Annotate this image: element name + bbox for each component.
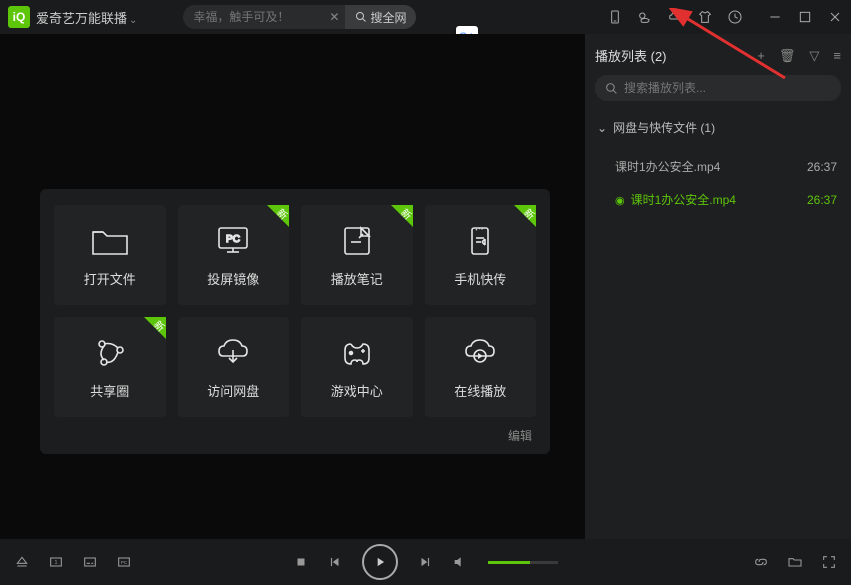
tile-1[interactable]: 新PC投屏镜像 [178,205,290,305]
link-icon[interactable] [753,554,769,570]
quick-actions-panel: 打开文件新PC投屏镜像新播放笔记新手机快传新共享圈访问网盘游戏中心在线播放 编辑 [40,189,550,454]
clear-icon[interactable]: ✕ [323,10,345,24]
duration: 26:37 [807,193,837,207]
close-button[interactable] [827,9,843,25]
tile-label: 访问网盘 [207,381,259,400]
volume-slider[interactable] [488,561,558,564]
fullscreen-icon[interactable] [821,554,837,570]
tile-4[interactable]: 新共享圈 [54,317,166,417]
svg-text:PC: PC [226,234,240,245]
prev-button[interactable] [328,555,342,569]
playlist-title: 播放列表 (2) [595,46,667,65]
tile-icon [90,335,130,371]
tile-icon: PC [213,223,253,259]
player-area: 打开文件新PC投屏镜像新播放笔记新手机快传新共享圈访问网盘游戏中心在线播放 编辑 [0,34,585,539]
tile-0[interactable]: 打开文件 [54,205,166,305]
skin-icon[interactable] [697,9,713,25]
tile-label: 打开文件 [84,269,136,288]
filter-button[interactable]: ▽ [809,48,819,64]
search-input[interactable] [183,10,323,24]
phone-icon[interactable] [607,9,623,25]
tile-icon [460,223,500,259]
weather-icon[interactable] [637,9,653,25]
eject-icon[interactable] [14,554,30,570]
tile-label: 游戏中心 [331,381,383,400]
controls-bar: 1 PC [0,539,851,585]
svg-text:1: 1 [55,560,58,566]
tile-icon [460,335,500,371]
chevron-down-icon: ⌄ [129,15,137,26]
playlist-search-input[interactable] [624,81,831,95]
edit-link[interactable]: 编辑 [54,427,536,444]
playlist-search[interactable] [595,75,841,101]
header-search[interactable]: ✕ 搜全网 [183,5,416,29]
playlist-item[interactable]: 课时1办公安全.mp426:37 [595,150,841,183]
delete-button[interactable]: 🗑 [779,48,796,64]
volume-icon[interactable] [452,554,468,570]
playlist-group[interactable]: ⌄ 网盘与快传文件 (1) [595,115,841,140]
tile-label: 共享圈 [90,381,129,400]
play-button[interactable] [362,544,398,580]
tile-label: 投屏镜像 [207,269,259,288]
add-button[interactable]: + [757,48,765,64]
subtitle-icon[interactable] [82,554,98,570]
chevron-down-icon: ⌄ [597,121,607,135]
tile-icon [337,223,377,259]
minimize-button[interactable] [767,9,783,25]
stop-button[interactable] [294,555,308,569]
tile-6[interactable]: 游戏中心 [301,317,413,417]
tile-2[interactable]: 新播放笔记 [301,205,413,305]
pc-icon[interactable]: PC [116,554,132,570]
maximize-button[interactable] [797,9,813,25]
tile-label: 在线播放 [454,381,506,400]
app-logo: iQ [8,6,30,28]
folder-icon[interactable] [787,554,803,570]
history-icon[interactable] [727,9,743,25]
next-button[interactable] [418,555,432,569]
playlist-item[interactable]: ◉课时1办公安全.mp426:37 [595,183,841,216]
tile-icon [213,335,253,371]
tile-label: 手机快传 [454,269,506,288]
tile-5[interactable]: 访问网盘 [178,317,290,417]
list-button[interactable]: ≡ [833,48,841,64]
playlist-sidebar: 播放列表 (2) + 🗑 ▽ ≡ ⌄ 网盘与快传文件 (1) 课时1办公安全.m… [585,34,851,539]
eye-icon: ◉ [615,195,625,207]
aspect-1-icon[interactable]: 1 [48,554,64,570]
tile-3[interactable]: 新手机快传 [425,205,537,305]
duration: 26:37 [807,160,837,174]
search-web-button[interactable]: 搜全网 [345,5,416,29]
cloud-icon[interactable] [667,9,683,25]
svg-text:PC: PC [121,560,128,565]
tile-icon [337,335,377,371]
tile-icon [90,223,130,259]
tile-label: 播放笔记 [331,269,383,288]
tile-7[interactable]: 在线播放 [425,317,537,417]
app-title[interactable]: 爱奇艺万能联播⌄ [36,8,137,27]
